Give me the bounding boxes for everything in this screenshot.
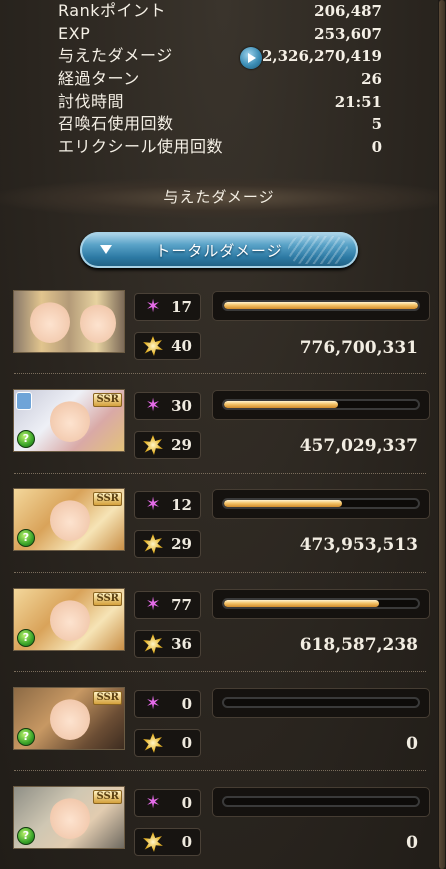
star-icon: ✶	[145, 693, 161, 714]
star-count-box: ✶ 0	[134, 789, 201, 817]
star-count: 0	[181, 695, 192, 713]
wind-element-icon	[17, 728, 35, 746]
character-portrait[interactable]	[13, 290, 125, 353]
damage-bar-track	[222, 300, 420, 311]
wind-element-icon	[17, 629, 35, 647]
damage-bar-fill	[224, 500, 343, 507]
star-count: 12	[171, 496, 192, 514]
portrait-face	[50, 400, 90, 442]
burst-icon	[143, 336, 163, 356]
wind-element-icon	[17, 827, 35, 845]
star-count: 77	[171, 596, 192, 614]
row-divider	[14, 770, 426, 771]
character-row: SSR ✶ 12 29 473,953,513	[0, 488, 446, 588]
damage-value: 618,587,238	[299, 635, 418, 655]
star-count: 0	[181, 794, 192, 812]
damage-bar	[212, 589, 430, 619]
burst-count-box: 29	[134, 431, 201, 459]
star-icon: ✶	[145, 494, 161, 515]
portrait-face	[80, 303, 116, 343]
character-portrait[interactable]: SSR	[13, 389, 125, 452]
damage-bar-track	[222, 399, 420, 410]
damage-bar-track	[222, 498, 420, 509]
burst-count: 36	[171, 635, 192, 653]
wind-element-icon	[17, 430, 35, 448]
damage-bar-track	[222, 598, 420, 609]
row-divider	[14, 373, 426, 374]
weapon-icon	[16, 392, 32, 410]
ssr-badge: SSR	[93, 592, 122, 606]
burst-count: 29	[171, 535, 192, 553]
character-portrait[interactable]: SSR	[13, 687, 125, 750]
burst-icon	[143, 435, 163, 455]
star-count-box: ✶ 12	[134, 491, 201, 519]
character-row-main: ✶ 17 40 776,700,331	[0, 290, 446, 390]
character-portrait[interactable]: SSR	[13, 588, 125, 651]
damage-bar-fill	[224, 600, 380, 607]
character-row: SSR ✶ 77 36 618,587,238	[0, 588, 446, 688]
damage-bar-track	[222, 796, 420, 807]
character-portrait[interactable]: SSR	[13, 786, 125, 849]
ssr-badge: SSR	[93, 790, 122, 804]
star-count: 30	[171, 397, 192, 415]
row-divider	[14, 473, 426, 474]
character-row: SSR ✶ 0 0 0	[0, 786, 446, 869]
damage-bar	[212, 291, 430, 321]
star-icon: ✶	[145, 792, 161, 813]
damage-bar	[212, 688, 430, 718]
star-count-box: ✶ 17	[134, 293, 201, 321]
burst-count: 29	[171, 436, 192, 454]
portrait-face	[30, 301, 70, 343]
star-count-box: ✶ 0	[134, 690, 201, 718]
ssr-badge: SSR	[93, 492, 122, 506]
damage-bar	[212, 489, 430, 519]
burst-count-box: 40	[134, 332, 201, 360]
star-count-box: ✶ 77	[134, 591, 201, 619]
portrait-face	[50, 499, 90, 541]
damage-bar-track	[222, 697, 420, 708]
burst-count: 0	[181, 833, 192, 851]
damage-bar-fill	[224, 401, 339, 408]
burst-count-box: 0	[134, 828, 201, 856]
damage-value: 0	[406, 833, 418, 853]
burst-count-box: 0	[134, 729, 201, 757]
character-damage-list: ✶ 17 40 776,700,331 SSR ✶ 30 29	[0, 0, 446, 869]
character-portrait[interactable]: SSR	[13, 488, 125, 551]
portrait-face	[50, 599, 90, 641]
burst-icon	[143, 733, 163, 753]
ssr-badge: SSR	[93, 393, 122, 407]
row-divider	[14, 671, 426, 672]
portrait-face	[50, 698, 90, 740]
damage-bar-fill	[224, 302, 418, 309]
burst-count: 40	[171, 337, 192, 355]
star-count-box: ✶ 30	[134, 392, 201, 420]
portrait-face	[50, 797, 90, 839]
burst-icon	[143, 534, 163, 554]
damage-value: 473,953,513	[299, 535, 418, 555]
character-row: SSR ✶ 30 29 457,029,337	[0, 389, 446, 489]
damage-bar	[212, 390, 430, 420]
damage-value: 0	[406, 734, 418, 754]
star-icon: ✶	[145, 296, 161, 317]
star-count: 17	[171, 298, 192, 316]
wind-element-icon	[17, 529, 35, 547]
star-icon: ✶	[145, 594, 161, 615]
burst-count-box: 36	[134, 630, 201, 658]
ssr-badge: SSR	[93, 691, 122, 705]
scrollbar[interactable]	[438, 0, 446, 869]
damage-value: 776,700,331	[299, 338, 418, 358]
burst-icon	[143, 634, 163, 654]
character-row: SSR ✶ 0 0 0	[0, 687, 446, 787]
damage-bar	[212, 787, 430, 817]
damage-value: 457,029,337	[299, 436, 418, 456]
burst-count: 0	[181, 734, 192, 752]
row-divider	[14, 572, 426, 573]
burst-icon	[143, 832, 163, 852]
burst-count-box: 29	[134, 530, 201, 558]
scrollbar-thumb[interactable]	[439, 0, 445, 869]
star-icon: ✶	[145, 395, 161, 416]
